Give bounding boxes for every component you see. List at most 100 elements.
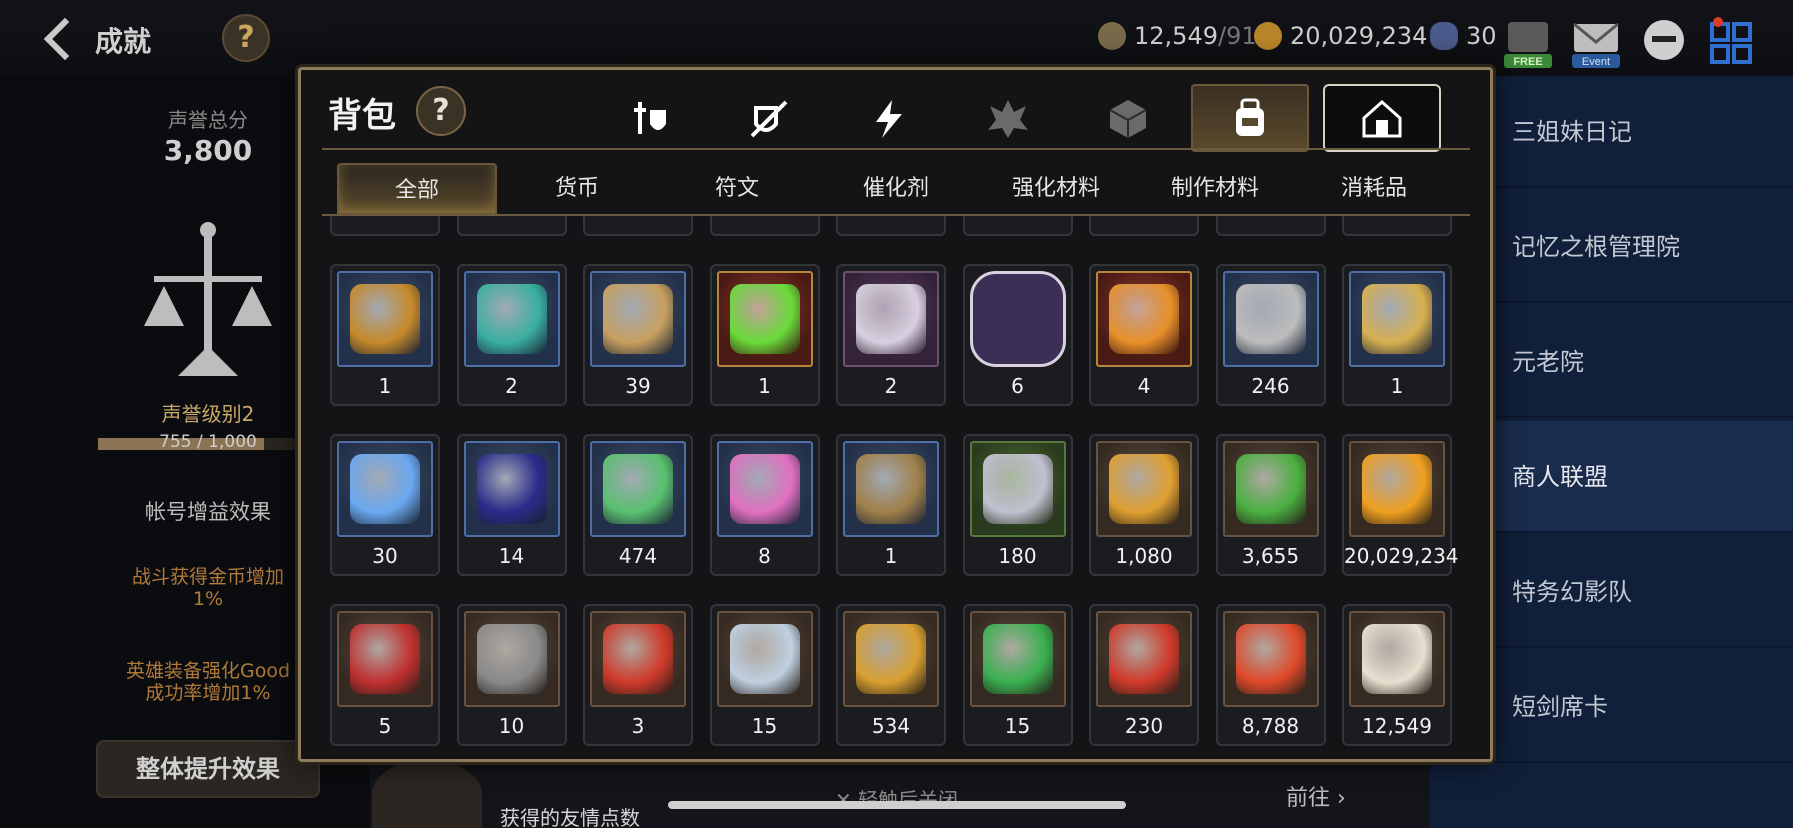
item-quantity: 1 (758, 374, 771, 398)
item-slot[interactable]: 3 (583, 604, 693, 746)
item-quantity: 8 (758, 544, 771, 568)
item-quantity: 30 (372, 544, 398, 568)
category-tab[interactable] (589, 84, 707, 152)
item-slot[interactable] (836, 216, 946, 236)
item-slot[interactable]: 30 (330, 434, 440, 576)
menu-button[interactable] (1704, 14, 1760, 70)
cube-icon (1109, 100, 1147, 138)
item-slot[interactable]: 230 (1089, 604, 1199, 746)
free-gift-button[interactable]: FREE (1500, 14, 1556, 70)
item-slot[interactable]: 1,080 (1089, 434, 1199, 576)
item-frame (463, 441, 560, 537)
green-heart-icon (1235, 454, 1306, 524)
modal-help-button[interactable]: ? (416, 86, 466, 136)
home-indicator[interactable] (668, 801, 1126, 809)
category-tab[interactable] (1323, 84, 1441, 152)
category-tab[interactable] (1069, 84, 1187, 152)
item-slot[interactable]: 534 (836, 604, 946, 746)
item-slot[interactable]: 6 (962, 264, 1073, 406)
sub-tab[interactable]: 制作材料 (1135, 163, 1295, 215)
chat-bubble-icon (1644, 20, 1684, 60)
item-slot[interactable]: 246 (1215, 264, 1326, 406)
item-frame (843, 271, 939, 367)
item-slot[interactable]: 2 (836, 264, 946, 406)
item-frame (1349, 271, 1445, 367)
sub-tab[interactable]: 符文 (657, 163, 817, 215)
item-slot[interactable] (1342, 216, 1452, 236)
item-grid[interactable]: 1 2 39 1 2 6 4 246 1 30 14 474 8 1 180 1,080 3,655 20,029… (322, 216, 1470, 750)
bonus-enhance: 英雄装备强化Good 成功率增加1% (125, 660, 291, 704)
gift-shop-icon: FREE (1504, 22, 1552, 68)
sword-hexagon-medal-icon (1109, 454, 1179, 524)
category-tab[interactable] (1191, 84, 1309, 152)
item-slot[interactable] (583, 216, 693, 236)
item-slot[interactable]: 15 (709, 604, 820, 746)
item-quantity: 3 (631, 714, 645, 738)
help-button[interactable]: ? (222, 14, 270, 62)
weapon-armor-icon (634, 102, 666, 134)
item-quantity: 8,788 (1241, 714, 1300, 738)
item-frame (1222, 271, 1319, 367)
item-slot[interactable] (1215, 216, 1326, 236)
silver-coin-icon (1235, 284, 1306, 354)
event-mail-button[interactable]: Event (1568, 14, 1624, 70)
item-slot[interactable]: 474 (583, 434, 693, 576)
item-slot[interactable] (709, 216, 820, 236)
item-slot[interactable]: 10 (456, 604, 567, 746)
item-slot[interactable]: 1 (1342, 264, 1452, 406)
item-slot[interactable]: 15 (962, 604, 1073, 746)
item-quantity: 12,549 (1362, 714, 1432, 738)
category-tab[interactable] (949, 84, 1067, 152)
item-slot[interactable]: 1 (836, 434, 946, 576)
item-quantity: 3,655 (1241, 544, 1300, 568)
item-slot[interactable]: 20,029,234 (1342, 434, 1459, 576)
bronze-key-icon (856, 454, 926, 524)
chat-button[interactable] (1636, 14, 1692, 70)
war-banner-icon (350, 624, 420, 694)
teal-gem-icon (476, 284, 547, 354)
item-slot[interactable] (962, 216, 1073, 236)
item-slot[interactable] (456, 216, 567, 236)
back-button[interactable] (40, 16, 80, 60)
item-frame (590, 271, 686, 367)
item-quantity: 20,029,234 (1344, 544, 1459, 568)
gold-sun-coin-icon (1362, 454, 1432, 524)
item-slot[interactable] (330, 216, 440, 236)
item-slot[interactable]: 4 (1089, 264, 1199, 406)
scales-emblem-icon (144, 222, 272, 376)
item-slot[interactable]: 14 (456, 434, 567, 576)
sub-tab[interactable]: 全部 (337, 163, 497, 215)
sub-tab[interactable]: 消耗品 (1294, 163, 1454, 215)
reputation-progress-text: 755 / 1,000 (159, 432, 257, 452)
sub-tab[interactable]: 强化材料 (976, 163, 1136, 215)
divider (322, 148, 1470, 150)
item-frame (716, 441, 813, 537)
stone-cube-icon (476, 624, 547, 694)
item-slot[interactable]: 2 (456, 264, 567, 406)
item-frame (843, 441, 939, 537)
item-quantity: 1,080 (1115, 544, 1173, 568)
item-quantity: 15 (751, 714, 778, 738)
house-icon (1362, 99, 1402, 138)
fire-crystal-icon (1109, 284, 1179, 354)
sub-tab[interactable]: 货币 (497, 163, 657, 215)
item-slot[interactable]: 180 (962, 434, 1073, 576)
item-slot[interactable]: 1 (709, 264, 820, 406)
item-quantity: 39 (625, 374, 651, 398)
item-slot[interactable]: 8,788 (1215, 604, 1326, 746)
item-quantity: 1 (1390, 374, 1404, 398)
category-tab[interactable] (709, 84, 827, 152)
item-slot[interactable]: 1 (330, 264, 440, 406)
item-slot[interactable]: 3,655 (1215, 434, 1326, 576)
item-slot[interactable]: 8 (709, 434, 820, 576)
item-frame (337, 611, 433, 707)
category-tab[interactable] (829, 84, 947, 152)
item-frame (716, 611, 813, 707)
item-slot[interactable] (1089, 216, 1199, 236)
item-slot[interactable]: 5 (330, 604, 440, 746)
item-frame (843, 611, 939, 707)
item-slot[interactable]: 39 (583, 264, 693, 406)
sub-tab[interactable]: 催化剂 (816, 163, 976, 215)
item-slot[interactable]: 12,549 (1342, 604, 1452, 746)
item-quantity: 246 (1251, 374, 1290, 398)
